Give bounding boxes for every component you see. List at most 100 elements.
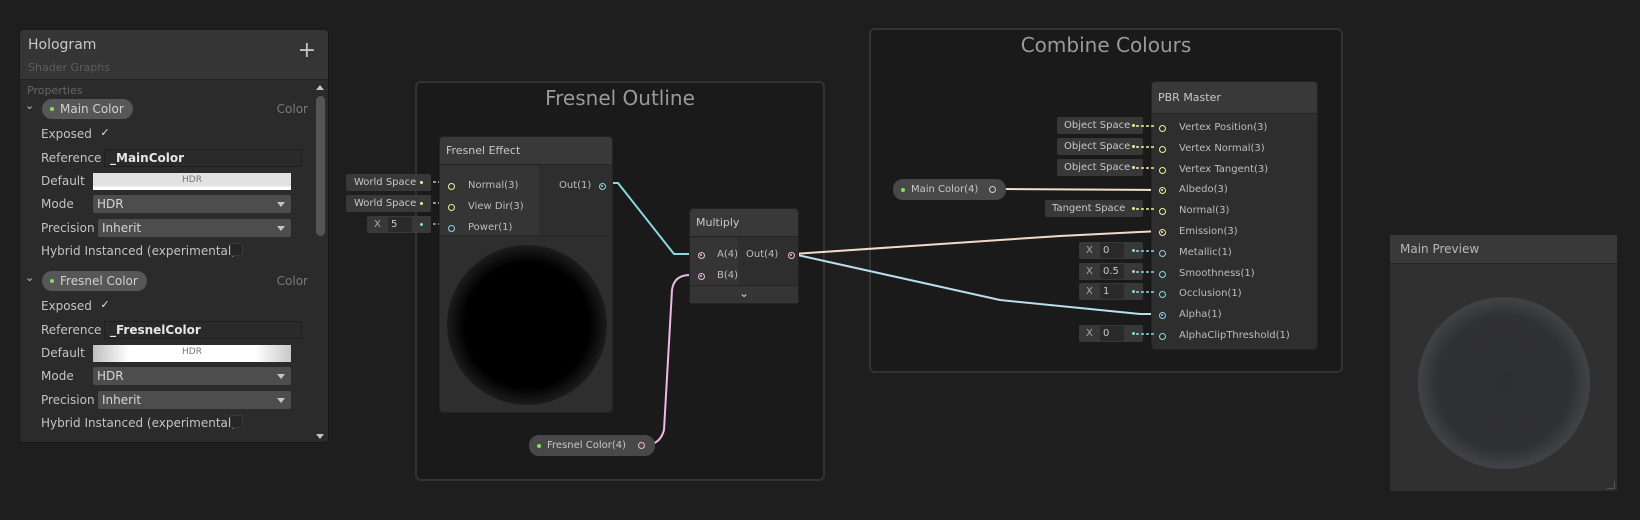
reference-row: Reference _FresnelColor <box>20 320 316 342</box>
wire-stub <box>1136 333 1156 335</box>
property-pill[interactable]: Fresnel Color <box>42 271 147 291</box>
graph-subtitle: Shader Graphs <box>28 61 110 74</box>
pbr-default-input[interactable]: Object Space <box>1057 137 1143 155</box>
fresnel-preview-sphere <box>447 245 607 405</box>
hybrid-row: Hybrid Instanced (experimental) <box>20 413 316 435</box>
dropdown-arrow-icon <box>277 226 285 231</box>
mode-dropdown[interactable]: HDR <box>93 367 291 385</box>
port-circle-icon <box>1159 249 1166 257</box>
chevron-down-icon: ⌄ <box>738 286 750 300</box>
chevron-down-icon[interactable]: ⌄ <box>25 271 34 284</box>
resize-handle[interactable] <box>1607 481 1615 489</box>
default-color-field[interactable]: HDR <box>93 173 291 190</box>
port-circle-icon <box>1159 312 1166 320</box>
node-title: PBR Master <box>1152 82 1317 114</box>
port-circle-icon <box>698 252 705 259</box>
fresnel-effect-node[interactable]: Fresnel Effect Normal(3) View Dir(3) Pow… <box>439 136 613 413</box>
precision-dropdown[interactable]: Inherit <box>98 391 291 409</box>
port-circle-icon <box>788 252 795 259</box>
exposed-checkbox[interactable]: ✓ <box>98 126 112 140</box>
port-circle-icon <box>1159 333 1166 340</box>
default-row: Default HDR <box>20 171 316 193</box>
main-preview-panel[interactable]: Main Preview <box>1389 234 1618 492</box>
mode-dropdown[interactable]: HDR <box>93 195 291 213</box>
reference-row: Reference _MainColor <box>20 148 316 170</box>
precision-dropdown[interactable]: Inherit <box>98 219 291 237</box>
exposed-checkbox[interactable]: ✓ <box>98 298 112 312</box>
wire-stub <box>1136 166 1156 169</box>
exposed-row: Exposed ✓ <box>20 296 316 318</box>
normal-space-input[interactable]: World Space <box>346 174 431 191</box>
reference-input[interactable]: _MainColor <box>104 149 302 167</box>
port-circle-icon <box>448 225 455 232</box>
port-circle-icon[interactable] <box>989 186 996 193</box>
reference-input[interactable]: _FresnelColor <box>104 321 302 339</box>
pbr-value-input[interactable]: X 0 <box>1079 241 1143 259</box>
port-circle-icon <box>1159 229 1166 236</box>
dropdown-arrow-icon <box>277 202 285 207</box>
dropdown-arrow-icon <box>277 374 285 379</box>
blackboard-panel[interactable]: Hologram Shader Graphs + Properties ⌄ Ma… <box>19 29 329 443</box>
scrollbar[interactable] <box>314 82 326 442</box>
port-circle-icon <box>1159 291 1166 299</box>
precision-row: Precision Inherit <box>20 218 316 240</box>
default-color-field[interactable]: HDR <box>93 345 291 362</box>
fresnel-color-property-node[interactable]: Fresnel Color(4) <box>529 435 655 456</box>
pbr-value-input[interactable]: X 0 <box>1079 325 1143 342</box>
mode-row: Mode HDR <box>20 366 316 388</box>
main-color-property-node[interactable]: Main Color(4) <box>893 179 1006 200</box>
port-circle-icon <box>1159 125 1166 132</box>
blackboard-header: Hologram Shader Graphs + <box>20 30 328 80</box>
add-property-button[interactable]: + <box>298 40 316 62</box>
expand-button[interactable]: ⌄ <box>690 285 798 303</box>
pbr-master-node[interactable]: PBR Master Vertex Position(3) Vertex Nor… <box>1151 81 1318 350</box>
property-header[interactable]: ⌄ Fresnel Color Color <box>20 271 316 293</box>
node-title: Fresnel Effect <box>440 137 612 165</box>
property-dot-icon <box>50 107 54 111</box>
properties-label: Properties <box>27 84 83 97</box>
pbr-default-input[interactable]: Object Space <box>1057 158 1143 176</box>
exposed-row: Exposed ✓ <box>20 124 316 146</box>
hybrid-checkbox[interactable] <box>230 243 243 256</box>
property-header[interactable]: ⌄ Main Color Color <box>20 99 316 121</box>
viewdir-space-input[interactable]: World Space <box>346 195 431 212</box>
preview-sphere[interactable] <box>1418 297 1590 469</box>
hybrid-checkbox[interactable] <box>230 415 243 428</box>
dropdown-arrow-icon <box>277 398 285 403</box>
power-input[interactable]: X 5 <box>367 216 431 233</box>
multiply-node[interactable]: Multiply A(4) B(4) Out(4) ⌄ <box>689 208 799 304</box>
wire-stub <box>1136 291 1156 294</box>
mode-row: Mode HDR <box>20 194 316 216</box>
pbr-default-input[interactable]: Tangent Space <box>1045 200 1143 218</box>
wire-stub <box>1136 208 1156 210</box>
scroll-up-icon[interactable] <box>316 85 324 90</box>
wire-stub <box>1136 250 1156 252</box>
node-title: Multiply <box>690 209 798 237</box>
port-circle-icon <box>1159 187 1166 195</box>
port-circle-icon <box>1159 208 1166 216</box>
wire-stub <box>1136 146 1156 148</box>
port-out[interactable]: Out(4) <box>746 249 795 260</box>
graph-canvas[interactable]: Fresnel Outline Combine Colours Fresnel … <box>0 0 1640 520</box>
port-circle-icon <box>599 183 606 190</box>
port-circle-icon <box>698 273 705 280</box>
property-type: Color <box>276 274 308 288</box>
default-row: Default HDR <box>20 343 316 365</box>
preview-title: Main Preview <box>1390 235 1617 264</box>
port-circle-icon[interactable] <box>638 442 645 449</box>
wire-stub <box>1136 125 1156 127</box>
chevron-down-icon[interactable]: ⌄ <box>25 99 34 112</box>
port-circle-icon <box>1159 145 1166 153</box>
property-pill[interactable]: Main Color <box>42 99 133 119</box>
pbr-value-input[interactable]: X 1 <box>1079 283 1143 301</box>
pbr-value-input[interactable]: X 0.5 <box>1079 262 1143 280</box>
pbr-default-input[interactable]: Object Space <box>1057 117 1143 134</box>
property-dot-icon <box>50 279 54 283</box>
hybrid-row: Hybrid Instanced (experimental) <box>20 241 316 263</box>
scroll-thumb[interactable] <box>316 96 325 236</box>
port-circle-icon <box>448 183 455 190</box>
wire-stub <box>1136 270 1156 273</box>
scroll-down-icon[interactable] <box>316 434 324 439</box>
port-out[interactable]: Out(1) <box>559 180 606 191</box>
port-circle-icon <box>1159 270 1166 278</box>
